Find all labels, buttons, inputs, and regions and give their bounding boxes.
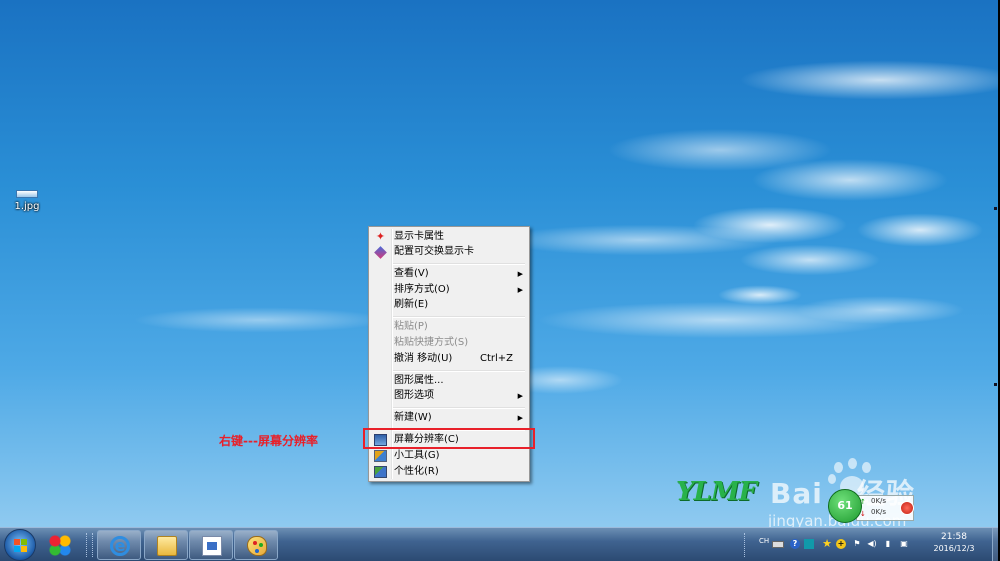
menu-item-label: 粘贴(P): [394, 321, 428, 332]
paint-icon: [247, 536, 267, 556]
help-icon[interactable]: ?: [790, 539, 800, 549]
menu-item-paste: 粘贴(P): [371, 319, 527, 335]
menu-item-label: 图形属性...: [394, 375, 444, 386]
edge-marker: [994, 383, 997, 386]
submenu-arrow-icon: ▶: [517, 270, 523, 278]
menu-item-graphics-properties[interactable]: ✦ 显示卡属性: [371, 229, 527, 245]
intel-graphics-icon: ✦: [375, 230, 386, 243]
menu-item-graphics-attributes[interactable]: 图形属性...: [371, 373, 527, 389]
start-button[interactable]: [4, 529, 36, 561]
highlight-box-screen-resolution: [363, 428, 535, 449]
taskbar: e CH ? ★ + ⚑ ◀) ▮ ▣ 21:58 2016/12/3: [0, 527, 1000, 561]
tray-grip: [744, 533, 747, 557]
volume-icon[interactable]: ◀): [867, 539, 877, 549]
baidu-brand: Bai: [770, 477, 823, 510]
security-360-icon[interactable]: [43, 531, 77, 559]
menu-item-label: 查看(V): [394, 268, 429, 279]
clock-time: 21:58: [941, 532, 967, 542]
taskbar-paint-button[interactable]: [234, 530, 278, 560]
menu-item-label: 粘贴快捷方式(S): [394, 337, 469, 348]
internet-explorer-icon: e: [110, 536, 130, 556]
gadgets-icon: [374, 450, 387, 462]
clock-date: 2016/12/3: [933, 544, 975, 553]
network-icon[interactable]: ▮: [883, 539, 893, 549]
keyboard-icon[interactable]: [772, 541, 784, 548]
menu-item-label: 新建(W): [394, 412, 432, 423]
image-file-icon: [16, 190, 38, 198]
edge-marker: [994, 207, 997, 210]
star-icon[interactable]: ★: [822, 538, 832, 549]
folder-icon: [157, 536, 177, 556]
wallpaper-logo: YLMF: [676, 477, 757, 507]
menu-item-label: 小工具(G): [394, 450, 440, 461]
system-tray: CH ? ★ + ⚑ ◀) ▮ ▣ 21:58 2016/12/3: [742, 528, 1000, 561]
menu-item-label: 排序方式(O): [394, 284, 450, 295]
annotation-label: 右键---屏幕分辨率: [219, 434, 318, 448]
menu-item-label: 配置可交换显示卡: [394, 246, 474, 257]
submenu-arrow-icon: ▶: [517, 414, 523, 422]
taskbar-grip[interactable]: [92, 533, 95, 557]
menu-item-refresh[interactable]: 刷新(E): [371, 297, 527, 313]
submenu-arrow-icon: ▶: [517, 392, 523, 400]
menu-item-shortcut: Ctrl+Z: [479, 353, 513, 364]
menu-separator: [393, 316, 525, 318]
accelerate-icon[interactable]: [900, 501, 914, 515]
switchable-graphics-icon: [374, 246, 387, 259]
menu-item-personalize[interactable]: 个性化(R): [371, 464, 527, 480]
taskbar-grip[interactable]: [86, 533, 89, 557]
desktop-icon-label: 1.jpg: [14, 201, 40, 212]
taskbar-clock[interactable]: 21:58 2016/12/3: [920, 531, 988, 555]
menu-item-label: 撤消 移动(U): [394, 353, 453, 364]
menu-item-label: 显示卡属性: [394, 231, 444, 242]
menu-item-switchable-graphics[interactable]: 配置可交换显示卡: [371, 244, 527, 260]
network-speed-widget[interactable]: ↑ 0K/s ↓ 0K/s 61: [828, 487, 923, 523]
menu-item-view[interactable]: 查看(V) ▶: [371, 266, 527, 282]
menu-separator: [393, 263, 525, 265]
desktop-icon-1jpg[interactable]: 1.jpg: [10, 190, 44, 212]
document-icon: [202, 536, 222, 556]
usb-device-icon[interactable]: ▣: [899, 539, 909, 549]
taskbar-document-button[interactable]: [189, 530, 233, 560]
language-indicator[interactable]: CH: [759, 537, 769, 545]
shield-icon[interactable]: [804, 539, 814, 549]
action-center-flag-icon[interactable]: ⚑: [852, 539, 862, 549]
menu-item-graphics-options[interactable]: 图形选项 ▶: [371, 388, 527, 404]
speed-ball[interactable]: 61: [828, 489, 862, 523]
taskbar-ie-button[interactable]: e: [97, 530, 141, 560]
personalize-icon: [374, 466, 387, 478]
menu-item-sort-by[interactable]: 排序方式(O) ▶: [371, 282, 527, 298]
menu-item-label: 图形选项: [394, 390, 434, 401]
menu-item-label: 刷新(E): [394, 299, 429, 310]
submenu-arrow-icon: ▶: [517, 286, 523, 294]
taskbar-explorer-button[interactable]: [144, 530, 188, 560]
menu-item-new[interactable]: 新建(W) ▶: [371, 410, 527, 426]
add-icon[interactable]: +: [836, 539, 846, 549]
menu-item-paste-shortcut: 粘贴快捷方式(S): [371, 335, 527, 351]
menu-item-label: 个性化(R): [394, 466, 439, 477]
menu-item-gadgets[interactable]: 小工具(G): [371, 448, 527, 464]
menu-item-undo-move[interactable]: 撤消 移动(U) Ctrl+Z: [371, 351, 527, 367]
menu-separator: [393, 407, 525, 409]
menu-separator: [393, 370, 525, 372]
